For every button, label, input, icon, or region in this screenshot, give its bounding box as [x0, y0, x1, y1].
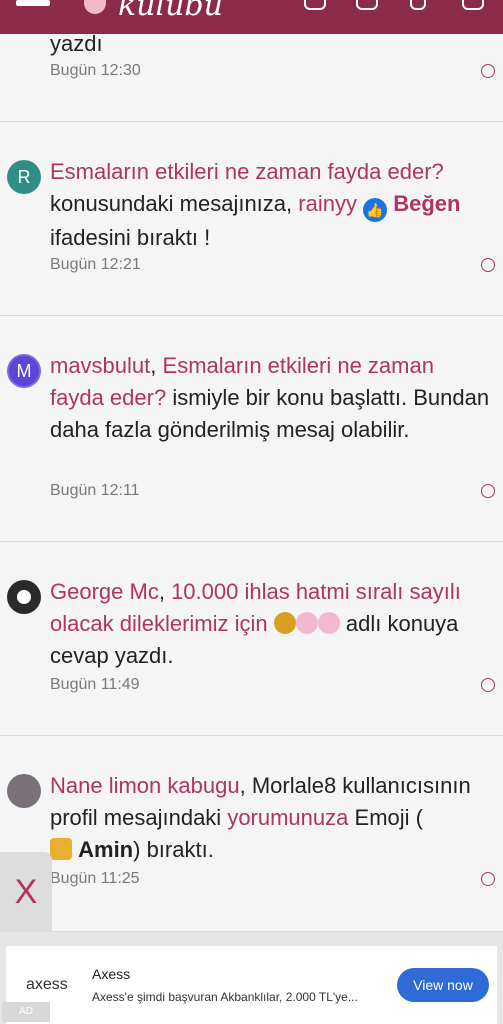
logo-flower-icon — [84, 0, 106, 14]
unread-marker[interactable] — [481, 484, 495, 498]
notification-feed: yazdı Bugün 12:30 R Esmaların etkileri n… — [0, 31, 503, 932]
emoji-label: Amin — [78, 837, 134, 862]
text-segment: Emoji ( — [354, 805, 423, 830]
ad-card[interactable]: axess Axess Axess'e şimdi başvuran Akban… — [6, 946, 497, 1024]
flower-emoji-icon — [317, 612, 340, 634]
ad-brand-logo: axess — [26, 976, 68, 993]
comment-link[interactable]: yorumunuza — [227, 805, 348, 830]
item-text: Nane limon kabugu, Morlale8 kullanıcısın… — [50, 773, 471, 862]
unread-marker[interactable] — [481, 64, 495, 78]
list-item[interactable]: R Esmaların etkileri ne zaman fayda eder… — [0, 122, 503, 316]
list-item[interactable]: Nane limon kabugu, Morlale8 kullanıcısın… — [0, 736, 503, 932]
avatar-letter: R — [17, 166, 31, 187]
avatar[interactable] — [7, 580, 41, 614]
edit-icon[interactable] — [410, 0, 426, 10]
search-icon[interactable] — [462, 0, 484, 10]
flower-emoji-icon — [295, 612, 318, 634]
item-text: yazdı — [50, 31, 103, 56]
text-segment: konusundaki mesajınıza, — [50, 191, 293, 216]
item-text: George Mc, 10.000 ihlas hatmi sıralı say… — [50, 579, 461, 668]
thread-link[interactable]: Esmaların etkileri ne zaman fayda eder? — [50, 159, 444, 184]
user-link[interactable]: rainyy — [298, 191, 357, 216]
ad-badge: AD — [2, 1002, 50, 1022]
avatar[interactable]: M — [7, 354, 41, 388]
avatar-letter: M — [16, 360, 32, 381]
list-item[interactable]: George Mc, 10.000 ihlas hatmi sıralı say… — [0, 542, 503, 736]
pray-emoji-icon — [50, 838, 72, 860]
item-text: mavsbulut, Esmaların etkileri ne zaman f… — [50, 353, 490, 442]
item-time: Bugün 12:30 — [50, 62, 141, 79]
unread-marker[interactable] — [481, 678, 495, 692]
ad-banner[interactable]: axess Axess Axess'e şimdi başvuran Akban… — [0, 932, 503, 1024]
site-logo[interactable]: kulübü — [118, 0, 223, 23]
text-segment: ismiyle bir konu başlattı. — [172, 385, 408, 410]
unread-marker[interactable] — [481, 872, 495, 886]
list-item[interactable]: yazdı Bugün 12:30 — [0, 31, 503, 122]
item-time: Bugün 12:21 — [50, 256, 141, 273]
bell-icon[interactable] — [356, 0, 378, 10]
ad-cta-button[interactable]: View now — [397, 968, 489, 1002]
avatar-flower-icon — [17, 590, 31, 604]
inbox-icon[interactable] — [304, 0, 326, 10]
user-link[interactable]: George Mc — [50, 579, 159, 604]
menu-icon[interactable] — [16, 0, 50, 6]
avatar[interactable] — [7, 774, 41, 808]
ad-description: Axess'e şimdi başvuran Akbanklılar, 2.00… — [92, 990, 358, 1004]
list-item[interactable]: M mavsbulut, Esmaların etkileri ne zaman… — [0, 316, 503, 542]
reaction-label: Beğen — [393, 191, 461, 216]
close-ad-button[interactable]: X — [0, 852, 52, 932]
item-time: Bugün 12:11 — [50, 482, 140, 499]
item-time: Bugün 11:25 — [50, 870, 140, 887]
ad-title: Axess — [92, 966, 131, 982]
item-time: Bugün 11:49 — [50, 676, 140, 693]
user-link[interactable]: Nane limon kabugu — [50, 773, 240, 798]
text-segment: ifadesini bıraktı ! — [50, 225, 211, 250]
text-segment: ) bıraktı. — [133, 837, 214, 862]
like-icon: 👍 — [363, 198, 388, 222]
unread-marker[interactable] — [481, 258, 495, 272]
user-link[interactable]: mavsbulut — [50, 353, 150, 378]
hands-emoji-icon — [273, 612, 296, 634]
avatar[interactable]: R — [7, 160, 41, 194]
item-text: Esmaların etkileri ne zaman fayda eder? … — [50, 156, 490, 254]
